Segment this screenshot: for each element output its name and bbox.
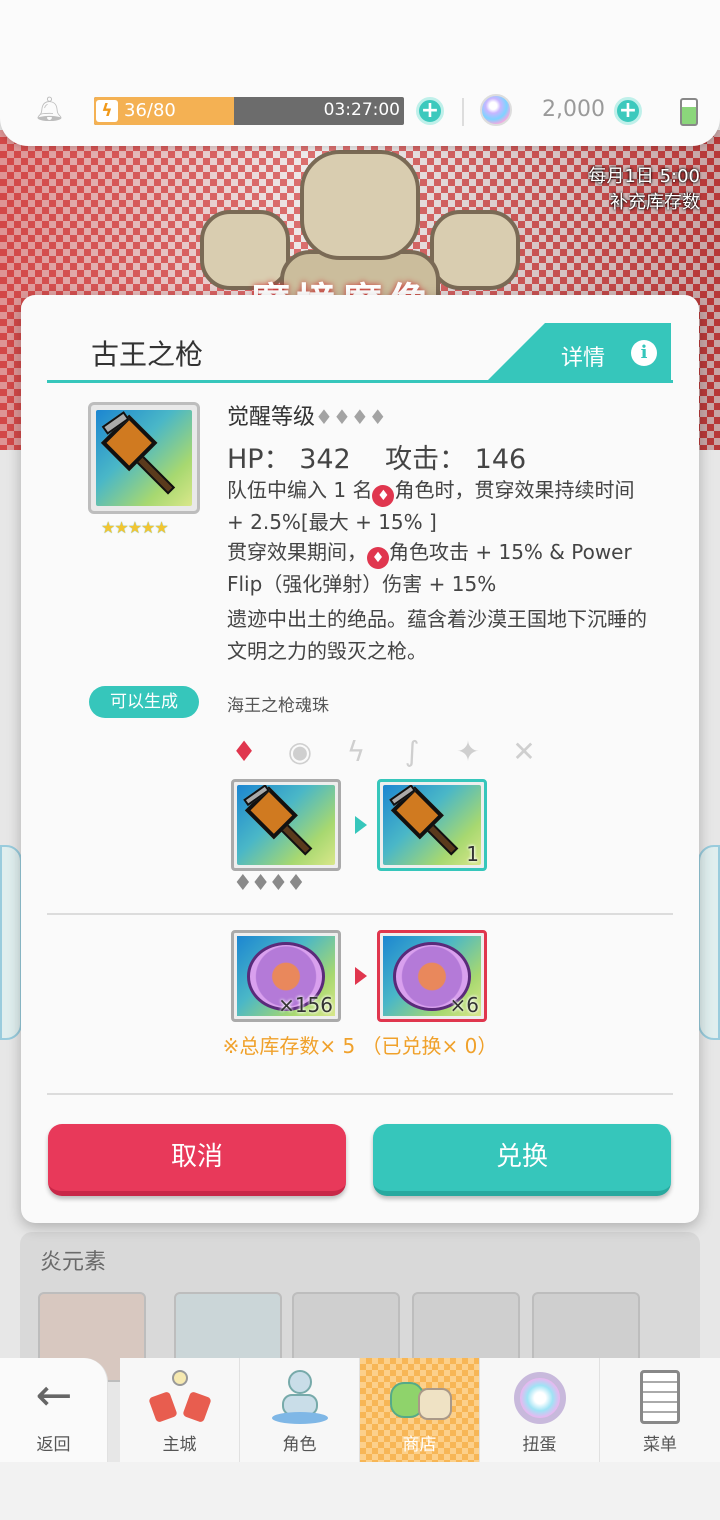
element-section-label: 炎元素 <box>40 1250 107 1275</box>
orb-owned-count: ×156 <box>278 993 333 1017</box>
water-element-icon[interactable]: ◉ <box>283 735 317 769</box>
rarity-stars: ★★★★★ <box>101 518 169 537</box>
nav-gacha[interactable]: 扭蛋 <box>480 1358 600 1462</box>
can-generate-badge: 可以生成 <box>89 686 199 718</box>
divider <box>47 913 673 915</box>
nav-home[interactable]: 主城 <box>120 1358 240 1462</box>
nav-characters[interactable]: 角色 <box>240 1358 360 1462</box>
item-effects: 队伍中编入 1 名 ♦ 角色时，贯穿效果持续时间 + 2.5%[最大 + 15% ]… <box>227 475 647 599</box>
gem-icon <box>480 94 512 126</box>
item-image[interactable] <box>88 402 200 514</box>
system-nav-area <box>0 1462 720 1520</box>
item-stats: HP： 342 攻击： 146 <box>227 444 527 475</box>
item-lore: 遗迹中出土的绝品。蕴含着沙漠王国地下沉睡的文明之力的毁灭之枪。 <box>227 607 647 663</box>
divider <box>462 98 464 126</box>
lightning-icon: ϟ <box>96 100 118 122</box>
stock-note: ※总库存数× 5 （已兑换× 0） <box>222 1034 498 1058</box>
bell-icon[interactable]: 🔔︎ <box>34 96 64 122</box>
spear-icon <box>96 410 192 506</box>
stamina-timer: 03:27:00 <box>323 100 400 120</box>
bottom-nav: ← 返回 主城 角色 商店 扭蛋 菜单 <box>0 1358 720 1462</box>
restock-note: 每月1日 5:00 补充库存数 <box>588 166 700 213</box>
castle-icon <box>148 1366 212 1426</box>
info-icon[interactable]: i <box>631 340 657 366</box>
nav-back[interactable]: ← 返回 <box>0 1358 108 1462</box>
back-arrow-icon: ← <box>35 1370 73 1421</box>
lightning-element-icon[interactable]: ϟ <box>339 735 373 769</box>
effect-1: 队伍中编入 1 名 ♦ 角色时，贯穿效果持续时间 + 2.5%[最大 + 15% ] <box>227 478 635 534</box>
effect-2: 贯穿效果期间， ♦ 角色攻击 + 15% & Power Flip（强化弹射）伤害 … <box>227 540 632 596</box>
gem-count: 2,000 <box>542 97 605 122</box>
shop-bag-icon <box>390 1366 452 1426</box>
source-awaken-diamonds: ♦♦♦♦ <box>233 871 306 896</box>
item-name: 古王之枪 <box>91 338 204 371</box>
status-bar: 🔔︎ ϟ 36/80 03:27:00 + 2,000 + <box>0 0 720 146</box>
nav-shop[interactable]: 商店 <box>360 1358 480 1462</box>
battery-icon <box>680 98 698 126</box>
exchange-dialog: 古王之枪 详情 i ★★★★★ 觉醒等级♦♦♦♦ HP： 342 攻击： 146… <box>21 295 699 1223</box>
fire-element-icon: ♦ <box>367 547 389 569</box>
divider <box>47 1093 673 1095</box>
add-gems-button[interactable]: + <box>614 97 642 125</box>
background-card-left <box>0 845 22 1040</box>
target-count: 1 <box>466 842 479 866</box>
stamina-bar: ϟ 36/80 03:27:00 <box>94 97 404 125</box>
gacha-portal-icon <box>510 1366 570 1426</box>
soul-orb-name: 海王之枪魂珠 <box>227 696 329 716</box>
cancel-button[interactable]: 取消 <box>48 1124 346 1196</box>
awaken-level: 觉醒等级♦♦♦♦ <box>227 405 387 430</box>
orb-cost: ×6 <box>449 993 479 1017</box>
owned-orb-slot[interactable]: ×156 <box>231 930 341 1022</box>
awaken-diamonds: ♦♦♦♦ <box>315 405 387 429</box>
source-weapon-slot[interactable] <box>231 779 341 871</box>
fire-element-icon[interactable]: ♦ <box>227 735 261 769</box>
header-underline <box>47 380 673 383</box>
nav-menu[interactable]: 菜单 <box>600 1358 720 1462</box>
exchange-button[interactable]: 兑换 <box>373 1124 671 1196</box>
fire-element-icon: ♦ <box>372 485 395 507</box>
character-icon <box>270 1366 330 1426</box>
light-element-icon[interactable]: ✦ <box>451 735 485 769</box>
wind-element-icon[interactable]: ∫ <box>395 735 429 769</box>
add-stamina-button[interactable]: + <box>416 97 444 125</box>
dark-element-icon[interactable]: ✕ <box>507 735 541 769</box>
arrow-right-icon <box>355 967 367 985</box>
cost-orb-slot[interactable]: ×6 <box>377 930 487 1022</box>
menu-icon <box>630 1366 690 1426</box>
background-card-right <box>698 845 720 1040</box>
spear-icon <box>237 785 335 865</box>
details-label[interactable]: 详情 <box>561 340 605 372</box>
element-section: 炎元素 <box>20 1232 700 1382</box>
arrow-right-icon <box>355 816 367 834</box>
target-weapon-slot[interactable]: 1 <box>377 779 487 871</box>
stamina-value: 36/80 <box>124 100 176 121</box>
